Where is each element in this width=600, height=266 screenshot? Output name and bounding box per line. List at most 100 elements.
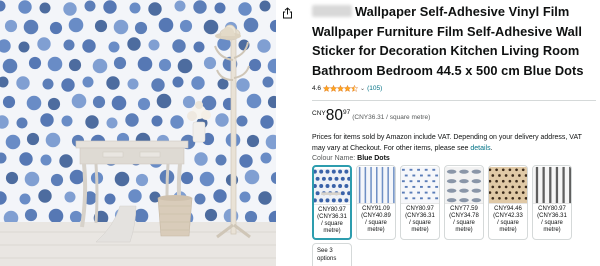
wallpaper-dot bbox=[260, 152, 272, 164]
swatch-unit: (CNY40.89 bbox=[361, 213, 391, 219]
price-currency: CNY bbox=[312, 110, 326, 117]
wallpaper-dot bbox=[82, 76, 94, 88]
see-more-options-button[interactable]: See 3 options bbox=[312, 243, 352, 266]
colour-swatch[interactable]: CNY94.46 (CNY42.33/ square metre) bbox=[488, 165, 528, 240]
product-info-panel: █████Wallpaper Self-Adhesive Vinyl Film … bbox=[312, 0, 596, 266]
wallpaper-dot bbox=[215, 154, 227, 166]
product-title-text: Wallpaper Self-Adhesive Vinyl Film Wallp… bbox=[312, 4, 584, 78]
swatch-per: / square bbox=[409, 220, 431, 226]
colour-swatch[interactable]: CNY91.09 (CNY40.89/ square metre) bbox=[356, 165, 396, 240]
wallpaper-dot bbox=[213, 189, 227, 203]
colour-swatch[interactable]: CNY80.97 (CNY36.31/ square metre) bbox=[312, 165, 352, 240]
star-rating[interactable] bbox=[323, 84, 359, 92]
wallpaper-dot bbox=[246, 134, 260, 148]
wallpaper-dot bbox=[42, 78, 54, 90]
wallpaper-dot bbox=[180, 171, 194, 185]
colour-swatch[interactable]: CNY80.97 (CNY36.31/ square metre) bbox=[400, 165, 440, 240]
wallpaper-dot bbox=[194, 193, 206, 205]
product-main-image[interactable] bbox=[0, 0, 276, 266]
wallpaper-dot bbox=[158, 58, 172, 72]
vat-end: . bbox=[490, 144, 493, 152]
swatch-price: CNY94.46 bbox=[494, 206, 522, 212]
swatch-unit: (CNY36.31 bbox=[317, 214, 347, 220]
basket bbox=[157, 195, 193, 237]
swatch-price: CNY94.46 (CNY42.33/ square metre) bbox=[489, 204, 527, 234]
wallpaper-dot bbox=[68, 58, 82, 72]
wallpaper-dot bbox=[214, 2, 226, 14]
swatch-thumbnail bbox=[357, 166, 395, 204]
wallpaper-dot bbox=[215, 113, 229, 127]
product-title: █████Wallpaper Self-Adhesive Vinyl Film … bbox=[312, 2, 596, 80]
wallpaper-dot bbox=[64, 191, 76, 203]
swatch-thumbnail bbox=[533, 166, 571, 204]
wallpaper-dot bbox=[258, 191, 272, 205]
vat-notice: Prices for items sold by Amazon include … bbox=[312, 133, 596, 154]
wallpaper-dot bbox=[71, 93, 87, 109]
wallpaper-dot bbox=[84, 0, 96, 12]
colour-name-row: Colour Name: Blue Dots bbox=[312, 155, 596, 162]
wallpaper-dot bbox=[203, 56, 217, 70]
vat-details-link[interactable]: details bbox=[470, 145, 490, 152]
wallpaper-dot bbox=[16, 117, 28, 129]
wallpaper-dot bbox=[59, 154, 73, 168]
wallpaper-dot bbox=[40, 113, 54, 127]
wallpaper-dot bbox=[236, 115, 248, 127]
swatch-thumbnail bbox=[489, 166, 527, 204]
wallpaper-dot bbox=[137, 56, 153, 72]
star-icon bbox=[323, 84, 331, 92]
wallpaper-dot bbox=[193, 41, 205, 53]
wallpaper-dot bbox=[18, 41, 30, 53]
wallpaper-dot bbox=[137, 97, 151, 111]
wallpaper-dot bbox=[259, 0, 271, 12]
wallpaper-dot bbox=[239, 154, 253, 168]
wallpaper-dot bbox=[50, 173, 64, 187]
swatch-metre: metre) bbox=[323, 228, 341, 234]
colour-swatch[interactable]: CNY80.97 (CNY36.31/ square metre) bbox=[532, 165, 572, 240]
wallpaper-dot bbox=[19, 193, 31, 205]
wallpaper-dot bbox=[203, 19, 219, 35]
wallpaper-dot bbox=[236, 78, 250, 92]
wallpaper-dot bbox=[106, 117, 118, 129]
swatch-price: CNY80.97 bbox=[538, 206, 566, 212]
swatch-price: CNY80.97 (CNY36.31/ square metre) bbox=[314, 205, 350, 235]
swatch-per: / square bbox=[497, 220, 519, 226]
wallpaper-dot bbox=[85, 115, 99, 129]
wallpaper-dot bbox=[68, 17, 84, 33]
see-more-line2: options bbox=[317, 256, 337, 262]
wallpaper-dot bbox=[182, 95, 196, 109]
wallpaper-dot bbox=[4, 19, 18, 33]
divider bbox=[312, 100, 596, 101]
price: CNY 80 97 (CNY36.31 / square metre) bbox=[312, 107, 596, 125]
wallpaper-dot bbox=[174, 0, 186, 12]
wallpaper-dot bbox=[19, 152, 33, 166]
swatch-unit: (CNY36.31 bbox=[537, 213, 567, 219]
wallpaper-dot bbox=[5, 171, 19, 185]
wallpaper-dot bbox=[128, 189, 142, 203]
rating-value: 4.6 bbox=[312, 84, 322, 92]
wallpaper-dot bbox=[38, 189, 52, 203]
wallpaper-dot bbox=[47, 97, 61, 111]
rating-row: 4.6 ⌄ (105) bbox=[312, 83, 596, 93]
swatch-price: CNY77.59 bbox=[450, 206, 478, 212]
star-icon bbox=[344, 84, 352, 92]
wallpaper-dot bbox=[129, 2, 141, 14]
review-count-link[interactable]: (105) bbox=[367, 85, 382, 92]
wallpaper-dot bbox=[47, 56, 63, 72]
swatch-thumbnail bbox=[445, 166, 483, 204]
wallpaper-dot bbox=[26, 132, 40, 146]
wallpaper-dot bbox=[82, 39, 96, 53]
price-fraction: 97 bbox=[342, 109, 351, 116]
wallpaper-dot bbox=[37, 37, 51, 51]
wallpaper-dot bbox=[2, 58, 18, 74]
chevron-down-icon[interactable]: ⌄ bbox=[360, 85, 365, 92]
wallpaper-dot bbox=[94, 19, 108, 33]
wallpaper-dot bbox=[246, 93, 262, 109]
colour-swatch[interactable]: CNY77.59 (CNY34.78/ square metre) bbox=[444, 165, 484, 240]
swatch-per: / square bbox=[365, 220, 387, 226]
star-icon bbox=[337, 84, 345, 92]
wallpaper-dot bbox=[148, 39, 160, 51]
wallpaper-dot bbox=[243, 17, 259, 33]
wallpaper-dot bbox=[170, 115, 184, 129]
wallpaper-dot bbox=[114, 171, 130, 187]
share-button[interactable] bbox=[279, 6, 295, 24]
